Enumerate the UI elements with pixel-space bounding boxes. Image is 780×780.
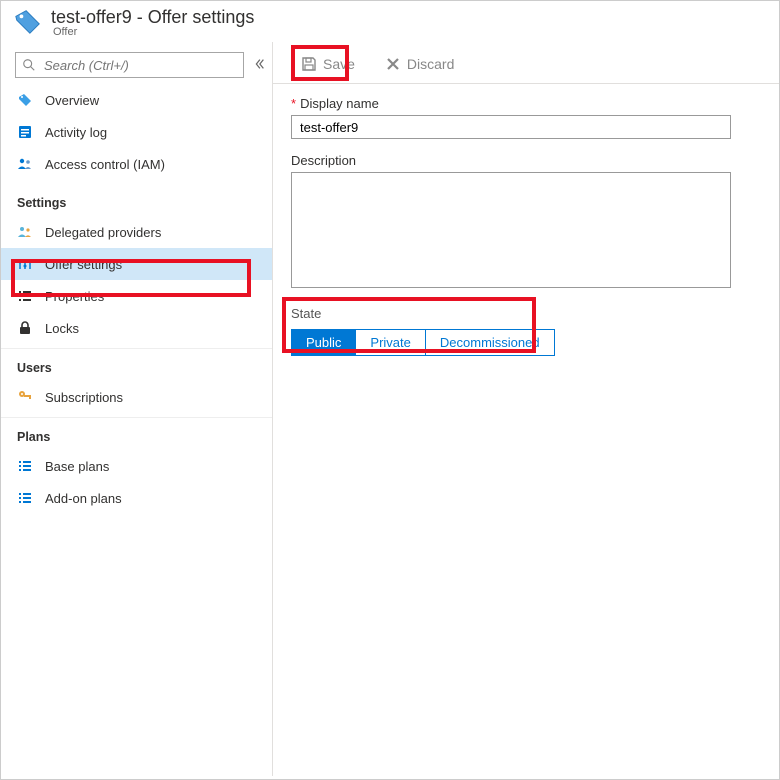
page-subtitle: Offer xyxy=(53,26,254,38)
sidebar-item-base-plans[interactable]: Base plans xyxy=(1,450,272,482)
page-title: test-offer9 - Offer settings xyxy=(51,7,254,28)
sidebar-item-label: Base plans xyxy=(45,459,109,474)
display-name-label: *Display name xyxy=(291,96,779,111)
sidebar-item-label: Add-on plans xyxy=(45,491,122,506)
sidebar-item-label: Access control (IAM) xyxy=(45,157,165,172)
sidebar-item-addon-plans[interactable]: Add-on plans xyxy=(1,482,272,514)
sidebar-item-subscriptions[interactable]: Subscriptions xyxy=(1,381,272,413)
people-colored-icon xyxy=(17,224,33,240)
sidebar-item-locks[interactable]: Locks xyxy=(1,312,272,344)
sidebar-group-plans: Plans xyxy=(1,417,272,450)
description-label: Description xyxy=(291,153,779,168)
required-asterisk: * xyxy=(291,96,296,111)
display-name-input[interactable] xyxy=(291,115,731,139)
save-button-label: Save xyxy=(323,56,355,72)
list-icon xyxy=(17,458,33,474)
sidebar-item-label: Locks xyxy=(45,321,79,336)
description-input[interactable] xyxy=(291,172,731,288)
page-header: test-offer9 - Offer settings Offer xyxy=(1,1,779,42)
state-segmented-control: Public Private Decommissioned xyxy=(291,329,555,356)
sidebar-item-access-control[interactable]: Access control (IAM) xyxy=(1,148,272,180)
main-content: Save Discard *Display name Des xyxy=(273,42,779,776)
discard-button-label: Discard xyxy=(407,56,454,72)
list-icon xyxy=(17,490,33,506)
sidebar-item-label: Delegated providers xyxy=(45,225,161,240)
close-icon xyxy=(385,56,401,72)
sliders-icon xyxy=(17,256,33,272)
sidebar: Overview Activity log Access control (IA… xyxy=(1,42,273,776)
sidebar-group-settings: Settings xyxy=(1,184,272,216)
activity-log-icon xyxy=(17,124,33,140)
sidebar-item-activity-log[interactable]: Activity log xyxy=(1,116,272,148)
sidebar-group-users: Users xyxy=(1,348,272,381)
sidebar-item-label: Properties xyxy=(45,289,104,304)
offer-tag-icon xyxy=(13,7,43,37)
state-option-decommissioned[interactable]: Decommissioned xyxy=(426,330,554,355)
discard-button[interactable]: Discard xyxy=(379,48,460,80)
sidebar-item-label: Activity log xyxy=(45,125,107,140)
search-input[interactable] xyxy=(42,57,237,74)
sidebar-item-offer-settings[interactable]: Offer settings xyxy=(1,248,272,280)
sidebar-item-delegated-providers[interactable]: Delegated providers xyxy=(1,216,272,248)
sidebar-item-label: Offer settings xyxy=(45,257,122,272)
lock-icon xyxy=(17,320,33,336)
search-icon xyxy=(22,58,36,72)
sidebar-item-label: Overview xyxy=(45,93,99,108)
sidebar-item-overview[interactable]: Overview xyxy=(1,84,272,116)
state-label: State xyxy=(291,306,779,321)
save-button[interactable]: Save xyxy=(295,48,361,80)
offer-tag-icon xyxy=(17,92,33,108)
toolbar: Save Discard xyxy=(273,44,779,84)
collapse-sidebar-button[interactable] xyxy=(244,57,262,74)
key-icon xyxy=(17,389,33,405)
save-icon xyxy=(301,56,317,72)
state-option-private[interactable]: Private xyxy=(356,330,425,355)
people-icon xyxy=(17,156,33,172)
search-input-wrapper[interactable] xyxy=(15,52,244,78)
properties-list-icon xyxy=(17,288,33,304)
sidebar-item-properties[interactable]: Properties xyxy=(1,280,272,312)
state-option-public[interactable]: Public xyxy=(292,330,356,355)
sidebar-item-label: Subscriptions xyxy=(45,390,123,405)
